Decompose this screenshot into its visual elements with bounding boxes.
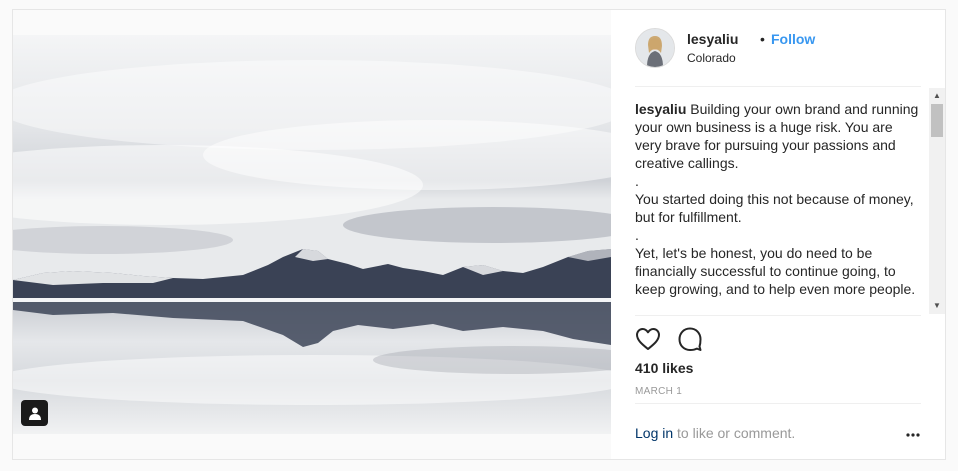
scroll-up-arrow-icon[interactable]: ▲ — [929, 88, 945, 104]
login-link[interactable]: Log in — [635, 425, 673, 441]
location-link[interactable]: Colorado — [687, 51, 736, 65]
like-count[interactable]: 410 likes — [635, 360, 693, 376]
scrollbar-thumb[interactable] — [931, 104, 943, 137]
heart-icon[interactable] — [635, 326, 661, 352]
divider — [635, 403, 921, 404]
tag-button[interactable] — [21, 400, 48, 426]
divider — [635, 315, 921, 316]
follow-button[interactable]: Follow — [771, 31, 815, 47]
caption-username[interactable]: lesyaliu — [635, 101, 686, 117]
caption: lesyaliu Building your own brand and run… — [635, 100, 919, 298]
caption-scrollbar[interactable]: ▲ ▼ — [929, 88, 945, 314]
comment-bubble-icon[interactable] — [677, 326, 703, 352]
post-header: lesyaliu • Follow Colorado — [635, 28, 921, 87]
post-media[interactable] — [13, 10, 611, 459]
post-date[interactable]: MARCH 1 — [635, 386, 682, 397]
post-sidebar: lesyaliu • Follow Colorado lesyaliu Buil… — [611, 10, 945, 459]
login-prompt: Log in to like or comment. — [635, 425, 921, 445]
caption-text: Building your own brand and running your… — [635, 101, 919, 297]
action-bar — [635, 326, 703, 352]
caption-scroll-area[interactable]: lesyaliu Building your own brand and run… — [635, 100, 945, 314]
more-options-icon[interactable] — [905, 427, 921, 443]
person-tag-icon — [28, 407, 41, 420]
post-card: lesyaliu • Follow Colorado lesyaliu Buil… — [12, 9, 946, 460]
login-prompt-text: to like or comment. — [673, 425, 796, 441]
separator-dot: • — [760, 31, 765, 47]
post-photo[interactable] — [13, 35, 611, 434]
scroll-down-arrow-icon[interactable]: ▼ — [929, 298, 945, 314]
avatar[interactable] — [635, 28, 675, 68]
username-link[interactable]: lesyaliu — [687, 31, 738, 47]
